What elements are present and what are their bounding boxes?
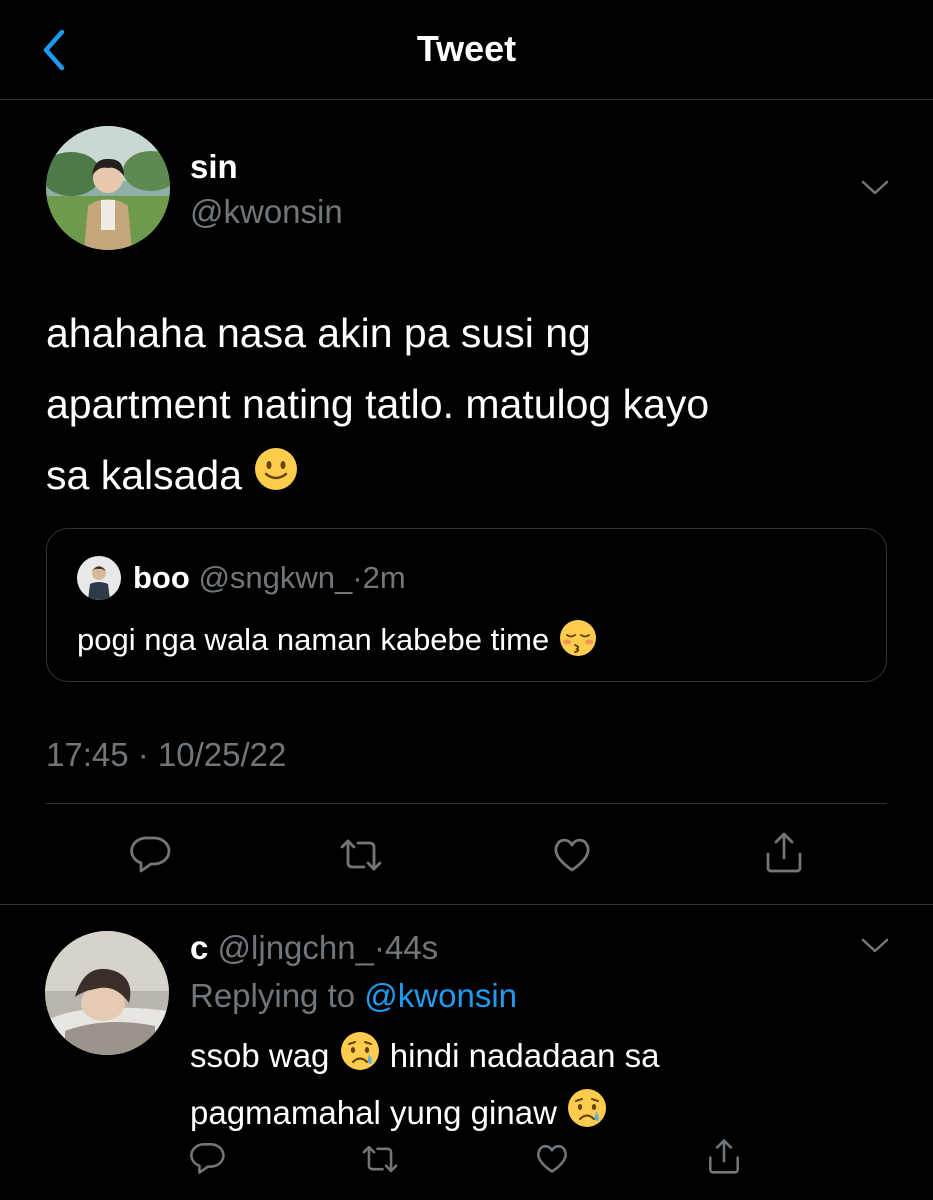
quoted-author-name: boo [133,560,190,595]
reply-author-avatar[interactable] [45,931,169,1055]
quoted-author-handle: @sngkwn_ [198,560,353,595]
reply-author-handle[interactable]: @ljngchn_ [218,929,374,966]
reply-retweet-button[interactable] [360,1142,400,1181]
crying-face-icon [339,1030,381,1087]
replying-to-line: Replying to @kwonsin [190,977,517,1015]
kissing-face-closed-eyes-icon [558,618,598,666]
divider [46,803,887,804]
tweet-text: ahahaha nasa akin pa susi ng apartment n… [46,298,906,514]
like-icon [536,1144,568,1173]
reply-time: 44s [384,929,439,966]
reply-button[interactable] [130,833,172,880]
replying-to-mention[interactable]: @kwonsin [364,977,517,1014]
reply-header: c @ljngchn_·44s [190,929,438,967]
like-button[interactable] [551,834,593,879]
reply-text-segment: hindi nadadaan sa [389,1037,660,1075]
more-options-button[interactable] [860,178,890,198]
author-handle[interactable]: @kwonsin [190,193,343,231]
reply-share-button[interactable] [706,1137,742,1180]
author-name[interactable]: sin [190,148,238,186]
back-button[interactable] [38,26,72,74]
share-icon [766,832,802,873]
reply-reply-button[interactable] [190,1140,226,1181]
reply-text-segment: ssob wag [190,1037,330,1075]
reply-text: ssob wag hindi nadadaan sa pagmamahal yu… [190,1030,890,1144]
tweet-timestamp: 17:45 · 10/25/22 [46,736,287,773]
divider [0,904,933,905]
reply-icon [190,1142,225,1174]
replying-to-label: Replying to [190,977,356,1014]
reply-text-line: ssob wag hindi nadadaan sa [190,1030,890,1087]
quoted-tweet-text-segment: pogi nga wala naman kabebe time [77,622,550,658]
reply-icon [130,836,171,873]
chevron-down-icon [861,180,889,195]
retweet-icon [362,1145,398,1173]
chevron-left-icon [43,29,65,71]
quoted-tweet-header: boo @sngkwn_·2m [133,560,406,596]
quoted-tweet-time: 2m [362,560,406,595]
tweet-text-line: ahahaha nasa akin pa susi ng [46,310,591,356]
reply-author-name[interactable]: c [190,929,208,966]
retweet-button[interactable] [338,835,384,880]
chevron-down-icon [861,938,889,953]
reply-more-options-button[interactable] [860,936,890,956]
author-avatar[interactable] [46,126,170,250]
tweet-text-segment: sa kalsada [46,452,243,498]
reply-text-segment: pagmamahal yung ginaw [190,1094,557,1132]
reply-text-line: pagmamahal yung ginaw [190,1087,890,1144]
separator-dot: · [352,560,363,595]
retweet-icon [340,839,382,871]
share-icon [709,1139,739,1174]
quoted-author-avatar [77,556,121,600]
like-icon [554,838,590,872]
crying-face-icon [566,1087,608,1144]
slightly-smiling-face-icon [253,443,299,514]
page-title: Tweet [416,28,517,69]
tweet-text-line: sa kalsada [46,440,906,514]
quoted-tweet-text: pogi nga wala naman kabebe time [77,618,598,666]
share-button[interactable] [763,830,805,879]
separator-dot: · [373,929,385,966]
reply-like-button[interactable] [534,1141,570,1180]
tweet-text-line: apartment nating tatlo. matulog kayo [46,381,710,427]
